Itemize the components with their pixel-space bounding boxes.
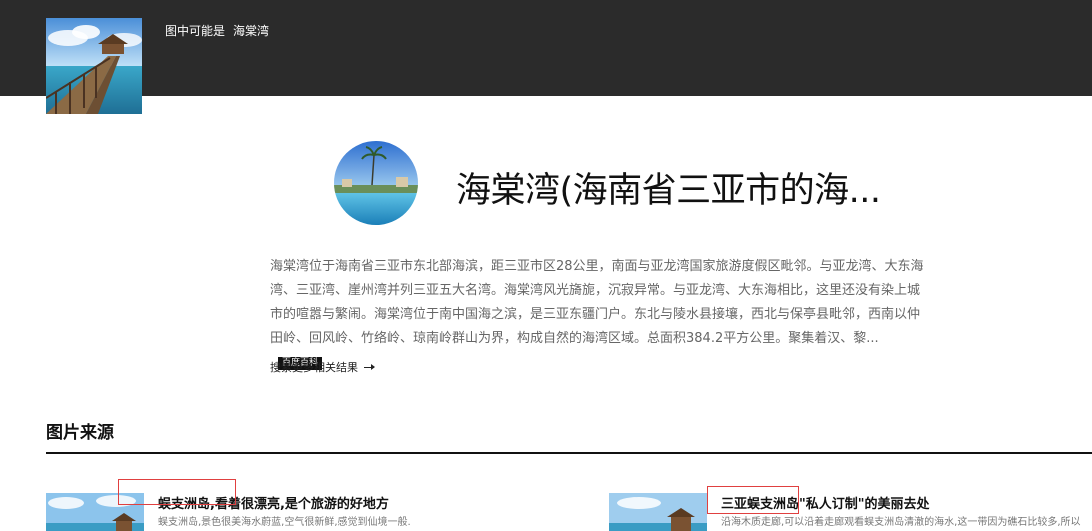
highlight-box	[707, 486, 799, 514]
pier-photo-icon	[609, 493, 707, 531]
search-more-link[interactable]: 搜索更多相关结果	[270, 359, 375, 375]
highlight-box	[118, 479, 236, 505]
query-thumbnail[interactable]	[46, 18, 142, 114]
source-thumbnail[interactable]	[609, 493, 707, 531]
source-description: 沿海木质走廊,可以沿着走廊观看蜈支洲岛清澈的海水,这一带因为礁石比较多,所以	[721, 517, 1081, 528]
pier-photo-icon	[46, 18, 142, 114]
recognition-result: 图中可能是 海棠湾	[165, 22, 269, 39]
section-title: 图片来源	[46, 423, 114, 443]
recognition-label: 图中可能是	[165, 24, 226, 38]
arrow-right-icon	[364, 364, 375, 370]
bay-photo-icon	[334, 141, 418, 225]
top-bar: 图中可能是 海棠湾	[0, 0, 1092, 96]
section-divider	[46, 452, 1092, 454]
description-text: 海棠湾位于海南省三亚市东北部海滨，距三亚市区28公里，南面与亚龙湾国家旅游度假区…	[270, 259, 924, 346]
source-description: 蜈支洲岛,景色很美海水蔚蓝,空气很新鲜,感觉到仙境一般.	[158, 517, 411, 528]
source-result[interactable]: 三亚蜈支洲岛"私人订制"的美丽去处 沿海木质走廊,可以沿着走廊观看蜈支洲岛清澈的…	[609, 493, 1092, 531]
recognition-query-link[interactable]: 海棠湾	[233, 24, 269, 38]
entity-logo[interactable]	[334, 141, 418, 225]
entity-title[interactable]: 海棠湾(海南省三亚市的海...	[456, 162, 881, 213]
entity-description: 海棠湾位于海南省三亚市东北部海滨，距三亚市区28公里，南面与亚龙湾国家旅游度假区…	[270, 255, 925, 375]
source-result[interactable]: 蜈支洲岛,看着很漂亮,是个旅游的好地方 蜈支洲岛,景色很美海水蔚蓝,空气很新鲜,…	[46, 493, 466, 531]
search-more-label: 搜索更多相关结果	[270, 361, 358, 374]
